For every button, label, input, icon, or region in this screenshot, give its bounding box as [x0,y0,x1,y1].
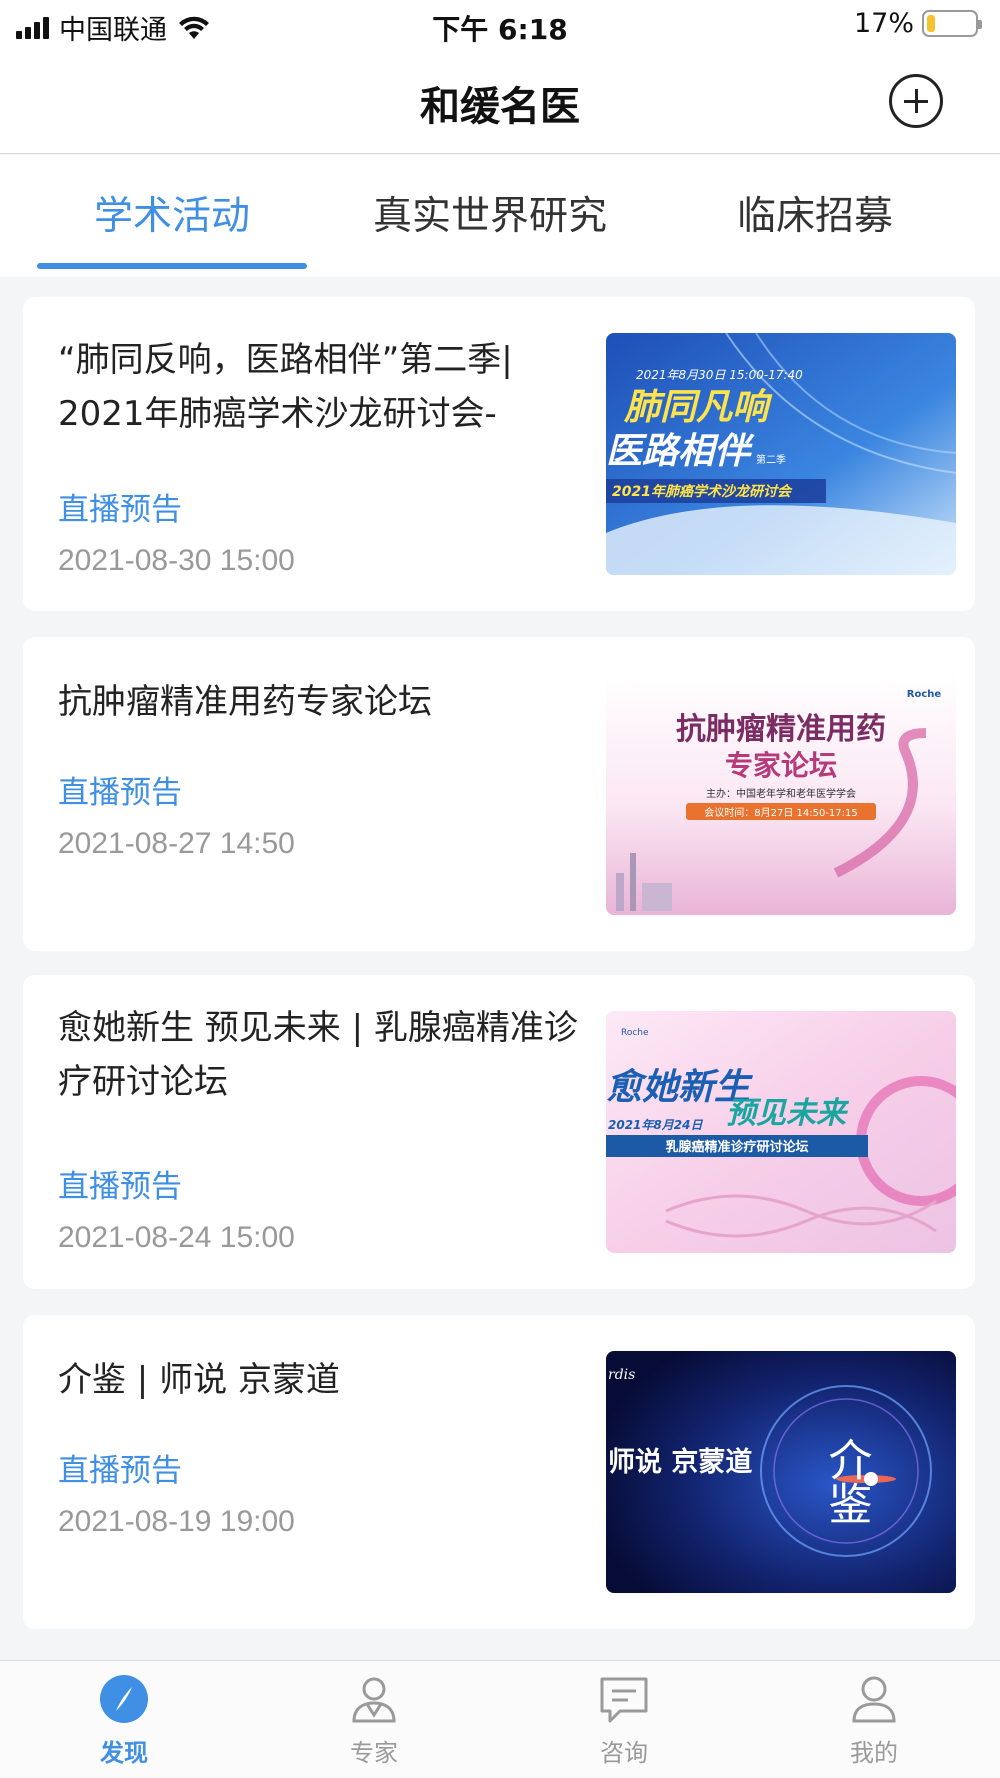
card-status: 直播预告 [58,775,182,811]
image-brand: Roche [907,689,942,700]
tab-me[interactable]: 我的 [814,1671,934,1768]
chat-icon [600,1677,648,1723]
image-headline-2: 专家论坛 [725,749,837,782]
tab-discover[interactable]: 发现 [64,1671,184,1768]
card-thumbnail: rdis 师说 京蒙道 介鉴 [606,1351,956,1593]
image-headline: 师说 京蒙道 [608,1446,752,1478]
image-headline-2: 预见未来 [726,1096,850,1131]
card-status: 直播预告 [58,1453,182,1489]
image-brand: Roche [621,1028,649,1038]
tab-bar-top: 学术活动 真实世界研究 临床招募 [0,155,1000,277]
image-subtitle: 乳腺癌精准诊疗研讨论坛 [665,1139,808,1155]
tab-experts[interactable]: 专家 [314,1671,434,1768]
image-subtitle: 2021年肺癌学术沙龙研讨会 [612,483,793,500]
image-date-line: 2021年8月30日 15:00-17:40 [636,368,803,382]
battery-icon [922,10,982,37]
image-season: 第二季 [756,453,786,466]
card-title: 愈她新生 预见未来 | 乳腺癌精准诊疗研讨论坛 [58,1008,578,1102]
image-headline-1: 肺同凡响 [623,387,773,428]
tab-indicator [37,263,307,269]
nav-header: 和缓名医 [0,52,1000,154]
image-calligraphy: 介鉴 [821,1437,872,1525]
card-date: 2021-08-27 14:50 [58,827,295,860]
image-brand: rdis [608,1367,635,1383]
tab-label: 发现 [100,1739,148,1767]
image-headline-1: 抗肿瘤精准用药 [676,712,886,747]
clock: 下午 6:18 [432,13,568,46]
tab-label: 我的 [850,1739,898,1767]
tab-real-world-research[interactable]: 真实世界研究 [360,185,620,241]
card-status: 直播预告 [58,1169,182,1205]
user-icon [852,1676,896,1723]
card-thumbnail: Roche 愈她新生 预见未来 2021年8月24日 乳腺癌精准诊疗研讨论坛 [606,1011,956,1253]
card-thumbnail: 抗肿瘤精准用药 专家论坛 主办：中国老年学和老年医学学会 会议时间：8月27日 … [606,673,956,915]
page-title: 和缓名医 [420,84,580,130]
tab-label: 专家 [350,1739,398,1767]
bottom-tab-bar: 发现 专家 咨询 我的 [0,1660,1000,1778]
card-title: “肺同反响，医路相伴”第二季| 2021年肺癌学术沙龙研讨会- [58,340,513,434]
activity-card[interactable]: 愈她新生 预见未来 | 乳腺癌精准诊疗研讨论坛 直播预告 2021-08-24 … [23,975,975,1289]
tab-label: 咨询 [600,1739,648,1767]
card-date: 2021-08-24 15:00 [58,1221,295,1254]
card-thumbnail: 2021年8月30日 15:00-17:40 肺同凡响 医路相伴 第二季 202… [606,333,956,575]
card-status: 直播预告 [58,492,182,528]
tab-consult[interactable]: 咨询 [564,1671,684,1768]
image-host: 主办：中国老年学和老年医学学会 [706,787,856,800]
doctor-icon [352,1677,396,1723]
image-meeting-time: 会议时间：8月27日 14:50-17:15 [704,806,858,819]
tab-academic[interactable]: 学术活动 [37,185,307,241]
card-title: 抗肿瘤精准用药专家论坛 [58,682,432,722]
activity-card[interactable]: 介鉴 | 师说 京蒙道 直播预告 2021-08-19 19:00 rdis 师… [23,1315,975,1629]
image-date-line: 2021年8月24日 [608,1118,703,1132]
card-date: 2021-08-19 19:00 [58,1505,295,1538]
tab-clinical-recruitment[interactable]: 临床招募 [700,185,930,241]
plus-circle-icon[interactable] [889,74,943,128]
battery-percent: 17% [853,8,914,39]
image-headline-2: 医路相伴 [606,431,755,472]
status-bar: 中国联通 下午 6:18 17% [0,0,1000,52]
activity-card[interactable]: 抗肿瘤精准用药专家论坛 直播预告 2021-08-27 14:50 抗肿瘤精准用… [23,637,975,951]
card-date: 2021-08-30 15:00 [58,544,295,577]
compass-icon [100,1675,148,1723]
card-title: 介鉴 | 师说 京蒙道 [58,1360,340,1400]
activity-card[interactable]: “肺同反响，医路相伴”第二季| 2021年肺癌学术沙龙研讨会- 直播预告 202… [23,297,975,611]
